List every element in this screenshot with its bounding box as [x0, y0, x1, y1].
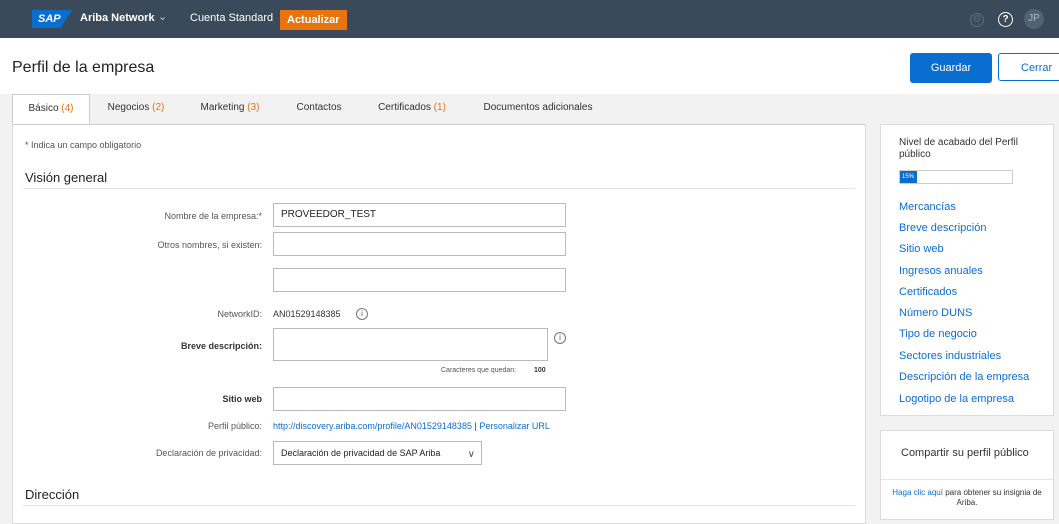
other-names-label: Otros nombres, si existen: [157, 240, 262, 250]
link-logotipo-empresa[interactable]: Logotipo de la empresa [899, 393, 1014, 405]
chars-left-label: Caracteres que quedan: [441, 367, 517, 374]
share-title: Compartir su perfil público [901, 447, 1029, 459]
public-profile-line: http://discovery.ariba.com/profile/AN015… [273, 421, 550, 431]
gear-icon[interactable]: ⚙ [970, 13, 984, 27]
tab-count: (3) [247, 102, 260, 113]
privacy-select[interactable]: Declaración de privacidad de SAP Ariba ∨ [273, 441, 482, 465]
divider [23, 505, 855, 506]
link-ingresos-anuales[interactable]: Ingresos anuales [899, 265, 983, 277]
link-sitio-web[interactable]: Sitio web [899, 243, 944, 255]
sap-logo: SAP [32, 10, 72, 28]
privacy-label: Declaración de privacidad: [155, 448, 262, 458]
link-tipo-negocio[interactable]: Tipo de negocio [899, 328, 977, 340]
completion-progress-bar: 15% [899, 170, 1013, 184]
website-label: Sitio web [222, 394, 262, 404]
company-name-label: Nombre de la empresa:* [164, 211, 262, 221]
share-text: Haga clic aquí para obtener su insignia … [883, 488, 1051, 508]
company-name-field[interactable]: PROVEEDOR_TEST [273, 203, 566, 227]
tab-certificados[interactable]: Certificados (1) [366, 94, 458, 124]
section-title-address: Dirección [25, 487, 80, 502]
tab-negocios[interactable]: Negocios (2) [92, 94, 180, 124]
network-menu[interactable]: Ariba Network [80, 12, 155, 24]
close-button[interactable]: Cerrar [998, 53, 1059, 81]
completion-title: Nivel de acabado del Perfil público [899, 137, 1018, 160]
tab-label: Certificados [378, 102, 431, 113]
chevron-down-icon[interactable]: ⌄ [158, 10, 167, 23]
tab-label: Negocios [107, 102, 150, 113]
privacy-select-value: Declaración de privacidad de SAP Ariba [281, 448, 441, 458]
tab-contactos[interactable]: Contactos [283, 94, 355, 124]
website-field[interactable] [273, 387, 566, 411]
top-bar: SAP Ariba Network ⌄ Cuenta Standard Actu… [0, 0, 1059, 38]
page-title: Perfil de la empresa [12, 59, 155, 76]
profile-completion-panel: Nivel de acabado del Perfil público 15% … [880, 124, 1054, 416]
help-icon[interactable]: ? [998, 12, 1013, 27]
share-text-rest: para obtener su insignia de Ariba. [942, 488, 1042, 507]
public-profile-link[interactable]: http://discovery.ariba.com/profile/AN015… [273, 421, 472, 431]
chars-left-value: 100 [534, 367, 546, 374]
tab-label: Básico [28, 103, 59, 114]
tab-label: Contactos [296, 102, 342, 113]
customize-url-link[interactable]: Personalizar URL [479, 421, 550, 431]
divider [881, 479, 1053, 480]
tab-marketing[interactable]: Marketing (3) [188, 94, 272, 124]
section-title-overview: Visión general [25, 170, 108, 185]
divider [23, 188, 855, 189]
info-icon[interactable]: i [356, 308, 368, 320]
short-description-field[interactable] [273, 328, 548, 361]
tab-documentos-adicionales[interactable]: Documentos adicionales [470, 94, 606, 124]
avatar[interactable]: JP [1024, 9, 1044, 29]
tab-count: (4) [61, 103, 74, 114]
link-numero-duns[interactable]: Número DUNS [899, 307, 972, 319]
required-note: * Indica un campo obligatorio [25, 140, 142, 150]
page-header: Perfil de la empresa Guardar Cerrar [0, 38, 1059, 95]
tab-count: (2) [152, 102, 165, 113]
short-description-label: Breve descripción: [180, 341, 262, 351]
other-names-field-2[interactable] [273, 268, 566, 292]
tab-count: (1) [433, 102, 446, 113]
public-profile-label: Perfil público: [207, 421, 262, 431]
account-type[interactable]: Cuenta Standard [190, 12, 273, 24]
profile-form: * Indica un campo obligatorio Visión gen… [12, 124, 866, 524]
network-id-value: AN01529148385 [273, 309, 341, 319]
separator: | [474, 421, 477, 431]
link-certificados[interactable]: Certificados [899, 286, 957, 298]
tab-label: Marketing [200, 102, 245, 113]
tab-label: Documentos adicionales [483, 102, 593, 113]
progress-fill: 15% [900, 171, 917, 183]
update-button[interactable]: Actualizar [280, 10, 347, 30]
save-button[interactable]: Guardar [910, 53, 992, 83]
tab-basico[interactable]: Básico (4) [12, 94, 90, 125]
link-descripcion-empresa[interactable]: Descripción de la empresa [899, 371, 1029, 383]
share-profile-panel: Compartir su perfil público Haga clic aq… [880, 430, 1054, 520]
link-breve-descripcion[interactable]: Breve descripción [899, 222, 986, 234]
link-mercancias[interactable]: Mercancías [899, 201, 956, 213]
other-names-field[interactable] [273, 232, 566, 256]
chevron-down-icon: ∨ [467, 449, 475, 460]
info-icon[interactable]: i [554, 332, 566, 344]
link-sectores-industriales[interactable]: Sectores industriales [899, 350, 1001, 362]
tab-bar: Básico (4) Negocios (2) Marketing (3) Co… [0, 94, 1059, 125]
network-id-label: NetworkID: [217, 309, 262, 319]
badge-link[interactable]: Haga clic aquí [892, 488, 943, 497]
